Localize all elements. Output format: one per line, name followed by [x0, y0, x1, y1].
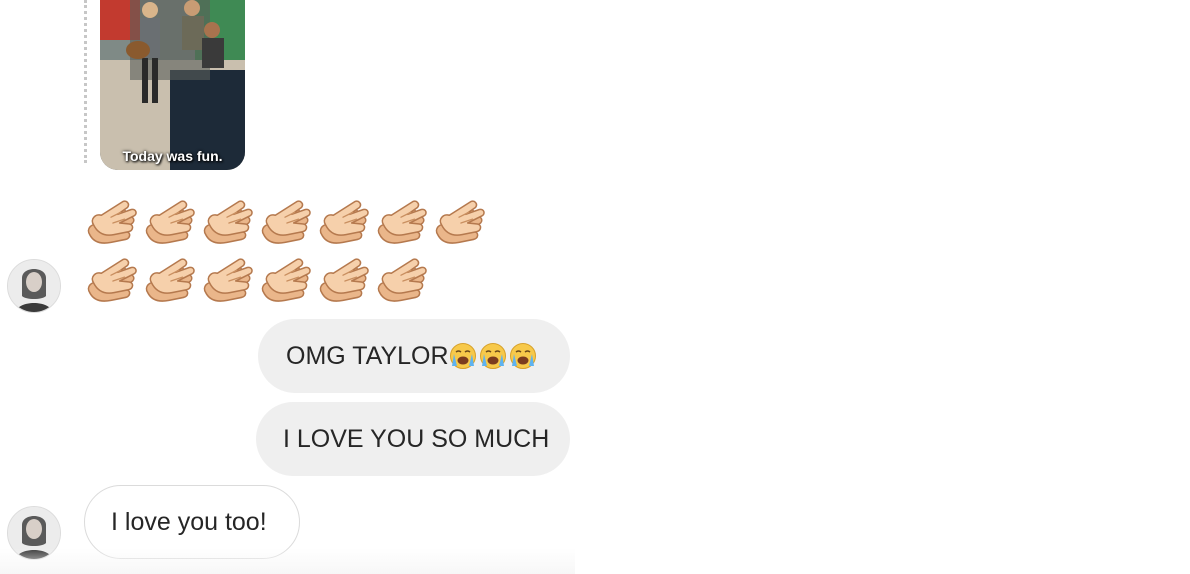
story-reply-thread-line	[84, 0, 87, 163]
clap-row-2	[82, 253, 502, 311]
clapping-hands-icon	[140, 195, 198, 251]
story-photo	[100, 0, 245, 170]
clapping-hands-icon	[256, 253, 314, 309]
avatar-portrait	[8, 260, 60, 312]
sob-emoji-icon	[449, 342, 477, 370]
message-text: I love you too!	[111, 507, 267, 536]
clap-reaction-message[interactable]	[82, 195, 502, 311]
clapping-hands-icon	[198, 195, 256, 251]
clapping-hands-icon	[314, 195, 372, 251]
sent-message-bubble[interactable]: OMG TAYLOR	[258, 319, 570, 393]
clapping-hands-icon	[198, 253, 256, 309]
clapping-hands-icon	[430, 195, 488, 251]
message-text: OMG TAYLOR	[286, 341, 449, 370]
clapping-hands-icon	[82, 195, 140, 251]
clap-row-1	[82, 195, 502, 253]
composer-edge	[0, 548, 575, 574]
clapping-hands-icon	[82, 253, 140, 309]
sob-emoji-icon	[479, 342, 507, 370]
sent-message-bubble[interactable]: I LOVE YOU SO MUCH	[256, 402, 570, 476]
clapping-hands-icon	[256, 195, 314, 251]
shared-story-card[interactable]: Today was fun.	[100, 0, 245, 170]
clapping-hands-icon	[372, 195, 430, 251]
clapping-hands-icon	[372, 253, 430, 309]
message-thread: Today was fun. OMG TAYLOR I LOVE YOU SO …	[0, 0, 575, 574]
contact-avatar[interactable]	[7, 259, 61, 313]
sob-emoji-icon	[509, 342, 537, 370]
clapping-hands-icon	[140, 253, 198, 309]
story-caption: Today was fun.	[122, 148, 223, 164]
clapping-hands-icon	[314, 253, 372, 309]
message-text: I LOVE YOU SO MUCH	[283, 424, 550, 453]
